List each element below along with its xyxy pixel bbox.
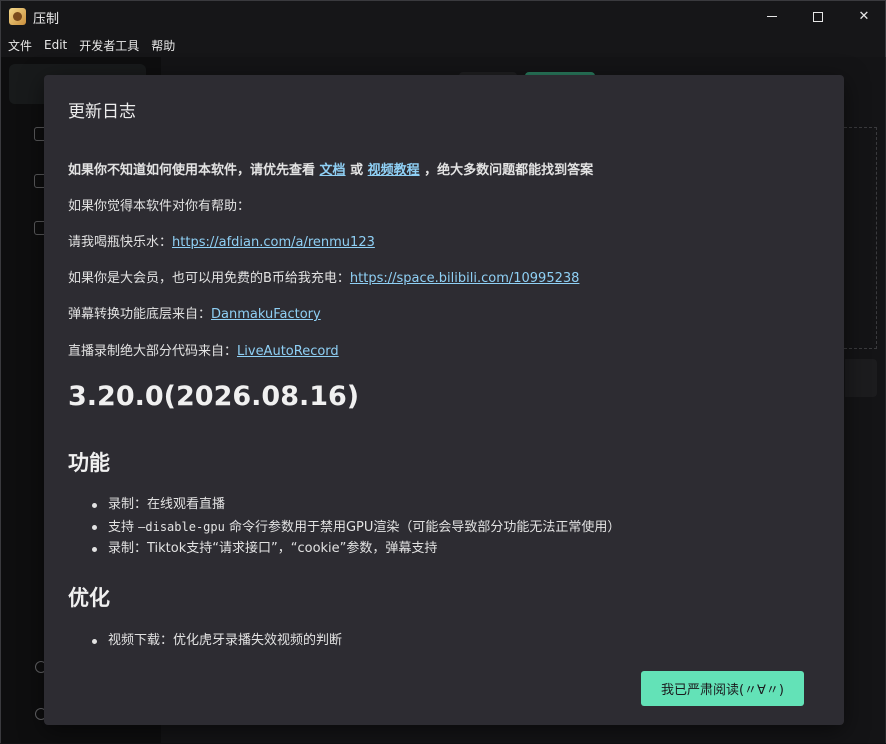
- optimize-text: 视频下载：优化虎牙录播失效视频的判断: [108, 633, 343, 648]
- danmaku-line: 弹幕转换功能底层来自：DanmakuFactory: [68, 303, 321, 322]
- optimize-list: 视频下载：优化虎牙录播失效视频的判断: [90, 630, 342, 652]
- features-heading: 功能: [68, 451, 110, 475]
- intro-suffix: ，绝大多数问题都能找到答案: [419, 163, 594, 178]
- maximize-icon: [813, 11, 823, 22]
- danmakufactory-link[interactable]: DanmakuFactory: [211, 307, 321, 322]
- intro-prefix: 如果你不知道如何使用本软件，请优先查看: [68, 163, 320, 178]
- record-line: 直播录制绝大部分代码来自：LiveAutoRecord: [68, 340, 339, 359]
- maximize-button[interactable]: [795, 1, 841, 32]
- changelog-dialog: 更新日志 如果你不知道如何使用本软件，请优先查看 文档 或 视频教程 ，绝大多数…: [44, 75, 844, 725]
- feature-text: 命令行参数用于禁用GPU渲染（可能会导致部分功能无法正常使用）: [224, 520, 621, 535]
- intro-middle: 或: [345, 163, 368, 178]
- window-title: 压制: [33, 12, 60, 27]
- liveautorecord-link[interactable]: LiveAutoRecord: [237, 344, 339, 359]
- list-item: 视频下载：优化虎牙录播失效视频的判断: [90, 630, 342, 652]
- record-label: 直播录制绝大部分代码来自：: [68, 344, 238, 359]
- menu-help[interactable]: 帮助: [145, 37, 181, 54]
- menu-devtools[interactable]: 开发者工具: [73, 37, 145, 54]
- app-window: 压制 ✕ 文件 Edit 开发者工具 帮助 更新日志 如果你不知道如何使用本软件…: [0, 0, 886, 744]
- version-heading: 3.20.0(2026.08.16): [68, 381, 360, 412]
- minimize-icon: [767, 16, 777, 17]
- optimize-heading: 优化: [68, 586, 110, 610]
- dialog-title: 更新日志: [68, 102, 136, 122]
- minimize-button[interactable]: [749, 1, 795, 32]
- feature-text: 录制：Tiktok支持“请求接口”，“cookie”参数，弹幕支持: [108, 541, 438, 556]
- bilibili-link[interactable]: https://space.bilibili.com/10995238: [350, 271, 580, 286]
- afdian-link[interactable]: https://afdian.com/a/renmu123: [172, 235, 375, 250]
- menu-bar: 文件 Edit 开发者工具 帮助: [1, 34, 181, 56]
- donate-label: 请我喝瓶快乐水：: [68, 235, 173, 250]
- feature-code: —disable-gpu: [138, 520, 225, 534]
- list-item: 支持 —disable-gpu 命令行参数用于禁用GPU渲染（可能会导致部分功能…: [90, 516, 620, 538]
- video-tutorial-link[interactable]: 视频教程: [368, 163, 420, 178]
- close-icon: ✕: [858, 9, 870, 24]
- docs-link[interactable]: 文档: [320, 163, 346, 178]
- intro-line: 如果你不知道如何使用本软件，请优先查看 文档 或 视频教程 ，绝大多数问题都能找…: [68, 159, 593, 178]
- app-logo-icon: [9, 8, 26, 25]
- confirm-read-button[interactable]: 我已严肃阅读(〃∀〃): [641, 671, 804, 706]
- menu-file[interactable]: 文件: [1, 37, 38, 54]
- help-line: 如果你觉得本软件对你有帮助：: [68, 199, 251, 214]
- donate-line: 请我喝瓶快乐水：https://afdian.com/a/renmu123: [68, 231, 375, 250]
- list-item: 录制：在线观看直播: [90, 494, 620, 516]
- close-button[interactable]: ✕: [841, 1, 886, 32]
- title-bar: 压制 ✕: [1, 1, 885, 32]
- feature-text: 支持: [108, 520, 139, 535]
- charge-label: 如果你是大会员，也可以用免费的B币给我充电：: [68, 271, 350, 286]
- features-list: 录制：在线观看直播 支持 —disable-gpu 命令行参数用于禁用GPU渲染…: [90, 494, 620, 560]
- charge-line: 如果你是大会员，也可以用免费的B币给我充电：https://space.bili…: [68, 267, 579, 286]
- feature-text: 录制：在线观看直播: [108, 497, 226, 512]
- danmaku-label: 弹幕转换功能底层来自：: [68, 307, 212, 322]
- menu-edit[interactable]: Edit: [38, 38, 73, 52]
- list-item: 录制：Tiktok支持“请求接口”，“cookie”参数，弹幕支持: [90, 538, 620, 560]
